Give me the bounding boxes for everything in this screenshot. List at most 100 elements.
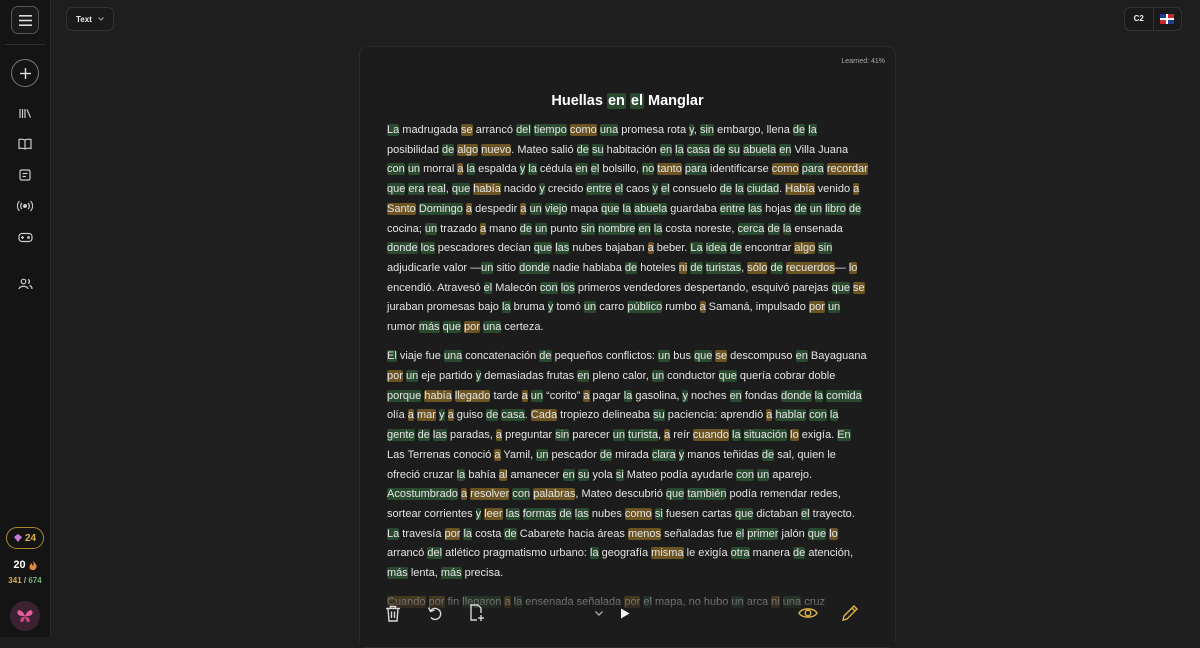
learning-word[interactable]: algo (457, 143, 479, 156)
known-word[interactable]: que (533, 242, 553, 255)
known-word[interactable]: los (560, 281, 575, 294)
known-word[interactable]: turista (628, 429, 658, 442)
known-word[interactable]: abuela (743, 143, 777, 156)
view-button[interactable] (796, 601, 820, 625)
known-word[interactable]: viejo (544, 202, 568, 215)
learning-word[interactable]: Santo (387, 202, 416, 215)
learning-word[interactable]: por (464, 321, 480, 334)
known-word[interactable]: un (809, 202, 822, 215)
known-word[interactable]: un (530, 389, 544, 402)
known-word[interactable]: una (443, 350, 463, 363)
book-icon[interactable] (15, 134, 35, 154)
learning-word[interactable]: resolver (470, 488, 510, 501)
known-word[interactable]: primer (747, 527, 779, 540)
known-word[interactable]: con (736, 468, 754, 481)
known-word[interactable]: otra (730, 547, 750, 560)
known-word[interactable]: su (577, 468, 590, 481)
known-word[interactable]: nombre (598, 222, 636, 235)
known-word[interactable]: el (614, 183, 624, 196)
learning-word[interactable]: cuando (692, 429, 729, 442)
known-word[interactable]: situación (743, 429, 788, 442)
known-word[interactable]: de (690, 261, 703, 274)
known-word[interactable]: de (729, 242, 742, 255)
users-icon[interactable] (15, 274, 35, 294)
known-word[interactable]: con (387, 163, 405, 176)
known-word[interactable]: si (615, 468, 624, 481)
known-word[interactable]: de (767, 222, 780, 235)
known-word[interactable]: sin (555, 429, 570, 442)
known-word[interactable]: Acostumbrado (387, 488, 458, 501)
known-word[interactable]: la (735, 183, 744, 196)
known-word[interactable]: la (732, 429, 741, 442)
add-button[interactable] (11, 59, 39, 87)
known-word[interactable]: de (539, 350, 552, 363)
known-word[interactable]: de (793, 547, 806, 560)
learning-word[interactable]: lo (848, 261, 858, 274)
learning-word[interactable]: misma (651, 547, 684, 560)
known-word[interactable]: real (427, 183, 446, 196)
learning-word[interactable]: había (473, 183, 501, 196)
radio-icon[interactable] (15, 196, 35, 216)
delete-button[interactable] (381, 601, 405, 625)
known-word[interactable]: no (642, 163, 655, 176)
learning-word[interactable]: como (569, 124, 597, 136)
known-word[interactable]: un (612, 429, 625, 442)
known-word[interactable]: un (535, 222, 548, 235)
known-word[interactable]: sin (580, 222, 596, 235)
known-word[interactable]: la (814, 389, 824, 402)
known-word[interactable]: gente (387, 429, 415, 442)
known-word[interactable]: sin (699, 124, 715, 136)
learning-word[interactable]: Cada (530, 409, 558, 422)
learning-word[interactable]: lo (829, 527, 838, 540)
known-word[interactable]: hablar (775, 409, 807, 422)
add-document-button[interactable] (465, 601, 489, 625)
known-word[interactable]: que (601, 202, 620, 215)
known-word[interactable]: el (735, 527, 745, 540)
mode-select[interactable]: Text (66, 7, 114, 31)
known-word[interactable]: La (690, 242, 703, 255)
learning-word[interactable]: sólo (747, 261, 768, 274)
learning-word[interactable]: mar (416, 409, 436, 422)
known-word[interactable]: una (599, 124, 619, 136)
known-word[interactable]: de (599, 448, 613, 461)
learning-word[interactable]: había (424, 389, 452, 402)
known-word[interactable]: para (684, 163, 707, 176)
known-word[interactable]: para (801, 163, 824, 176)
known-word[interactable]: si (654, 507, 663, 520)
known-word[interactable]: la (590, 547, 599, 560)
known-word[interactable]: de (576, 143, 589, 156)
notes-icon[interactable] (15, 165, 35, 185)
learning-word[interactable]: se (461, 124, 473, 136)
known-word[interactable]: que (442, 321, 461, 334)
known-word[interactable]: casa (686, 143, 711, 156)
known-word[interactable]: entre (586, 183, 612, 196)
known-word[interactable]: que (718, 370, 737, 383)
learning-word[interactable]: como (771, 163, 799, 176)
known-word[interactable]: un (481, 261, 494, 274)
known-word[interactable]: La (387, 527, 400, 540)
known-word[interactable]: las (555, 242, 570, 255)
known-word[interactable]: con (512, 488, 531, 501)
learning-word[interactable]: llegado (454, 389, 491, 402)
known-word[interactable]: que (451, 183, 471, 196)
gamepad-icon[interactable] (15, 227, 35, 247)
previous-chevron-button[interactable] (587, 601, 611, 625)
known-word[interactable]: idea (705, 242, 727, 255)
known-word[interactable]: que (694, 350, 713, 363)
known-word[interactable]: un (657, 350, 671, 363)
known-word[interactable]: un (827, 301, 841, 314)
known-word[interactable]: casa (501, 409, 525, 422)
known-word[interactable]: el (661, 183, 670, 196)
play-button[interactable] (613, 601, 637, 625)
known-word[interactable]: de (848, 202, 862, 215)
known-word[interactable]: era (408, 183, 425, 196)
known-word[interactable]: su (653, 409, 665, 422)
learning-word[interactable]: recuerdos (785, 261, 835, 274)
streak-pill[interactable]: 24 (6, 527, 44, 549)
learning-word[interactable]: palabras (533, 488, 576, 501)
known-word[interactable]: de (624, 261, 638, 274)
known-word[interactable]: el (483, 281, 493, 294)
known-word[interactable]: en (577, 370, 590, 383)
known-word[interactable]: libro (825, 202, 846, 215)
known-word[interactable]: La (387, 124, 400, 136)
